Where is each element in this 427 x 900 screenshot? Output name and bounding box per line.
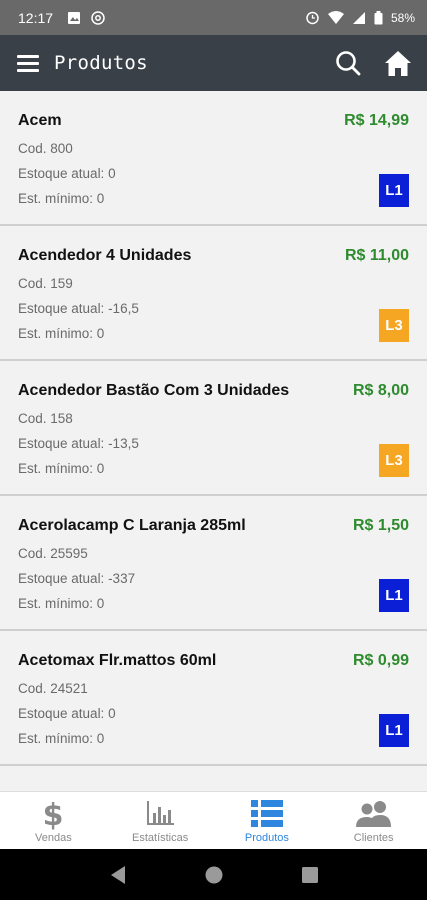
product-price: R$ 11,00 (344, 247, 409, 264)
wifi-icon (327, 10, 344, 24)
product-price: R$ 0,99 (352, 652, 409, 669)
product-card[interactable]: Acetomax Flr.mattos 60ml R$ 0,99 Cod. 24… (0, 631, 427, 766)
product-code: Cod. 24521 (18, 681, 88, 696)
nav-label: Produtos (244, 832, 289, 844)
product-minimum-stock: Est. mínimo: 0 (18, 596, 105, 611)
alarm-icon (306, 11, 319, 25)
system-nav-bar (0, 849, 427, 900)
home-icon[interactable] (383, 49, 413, 77)
nav-label: Clientes (353, 832, 394, 844)
app-bar: Produtos (0, 35, 427, 91)
back-icon[interactable] (109, 865, 127, 885)
product-stock: Estoque atual: 0 (18, 166, 116, 181)
product-list: Acem R$ 14,99 Cod. 800 Estoque atual: 0 … (0, 91, 427, 791)
product-card[interactable]: Acendedor Bastão Com 3 Unidades R$ 8,00 … (0, 361, 427, 496)
product-minimum-stock: Est. mínimo: 0 (18, 191, 105, 206)
product-name: Acetomax Flr.mattos 60ml (18, 652, 217, 669)
status-bar: 12:17 58% (0, 0, 427, 35)
signal-icon (352, 11, 365, 24)
price-list-badge: L1 (379, 579, 409, 612)
battery-icon (374, 10, 383, 24)
image-icon (68, 11, 81, 24)
product-stock: Estoque atual: -337 (18, 571, 136, 586)
bar-chart-icon (147, 801, 175, 825)
price-list-badge: L3 (379, 444, 409, 477)
product-card[interactable]: Acendedor 4 Unidades R$ 11,00 Cod. 159 E… (0, 226, 427, 361)
svg-text:$: $ (43, 798, 63, 830)
nav-clientes[interactable]: Clientes (320, 792, 427, 849)
product-stock: Estoque atual: -16,5 (18, 301, 139, 316)
nav-estatisticas[interactable]: Estatísticas (107, 792, 214, 849)
product-price: R$ 1,50 (352, 517, 409, 534)
price-list-badge: L1 (379, 714, 409, 747)
list-item-partial[interactable] (0, 766, 427, 791)
dollar-icon: $ (43, 798, 63, 830)
price-list-badge: L3 (379, 309, 409, 342)
product-stock: Estoque atual: 0 (18, 706, 116, 721)
bottom-nav: $ Vendas Estatísticas Produtos Clientes (0, 791, 427, 849)
page-title: Produtos (54, 52, 148, 74)
product-minimum-stock: Est. mínimo: 0 (18, 461, 105, 476)
battery-level: 58% (390, 10, 415, 25)
product-code: Cod. 158 (18, 411, 73, 426)
home-button-icon[interactable] (204, 865, 224, 885)
product-code: Cod. 800 (18, 141, 73, 156)
recents-icon[interactable] (301, 866, 319, 884)
people-icon (355, 801, 391, 827)
product-code: Cod. 25595 (18, 546, 88, 561)
status-time: 12:17 (18, 9, 54, 26)
list-icon (250, 800, 283, 827)
product-card[interactable]: Acem R$ 14,99 Cod. 800 Estoque atual: 0 … (0, 91, 427, 226)
product-minimum-stock: Est. mínimo: 0 (18, 326, 105, 341)
price-list-badge: L1 (379, 174, 409, 207)
nav-vendas[interactable]: $ Vendas (0, 792, 107, 849)
product-name: Acendedor Bastão Com 3 Unidades (18, 382, 290, 399)
product-price: R$ 14,99 (344, 112, 409, 129)
at-sign-icon (91, 10, 105, 25)
product-code: Cod. 159 (18, 276, 73, 291)
product-minimum-stock: Est. mínimo: 0 (18, 731, 105, 746)
product-price: R$ 8,00 (352, 382, 409, 399)
product-name: Acerolacamp C Laranja 285ml (18, 517, 246, 534)
menu-icon[interactable] (17, 54, 39, 72)
search-icon[interactable] (335, 50, 361, 76)
nav-label: Estatísticas (132, 832, 189, 844)
nav-produtos[interactable]: Produtos (214, 792, 321, 849)
product-name: Acendedor 4 Unidades (18, 247, 192, 264)
product-name: Acem (18, 112, 62, 129)
nav-label: Vendas (35, 832, 72, 844)
product-stock: Estoque atual: -13,5 (18, 436, 139, 451)
product-card[interactable]: Acerolacamp C Laranja 285ml R$ 1,50 Cod.… (0, 496, 427, 631)
